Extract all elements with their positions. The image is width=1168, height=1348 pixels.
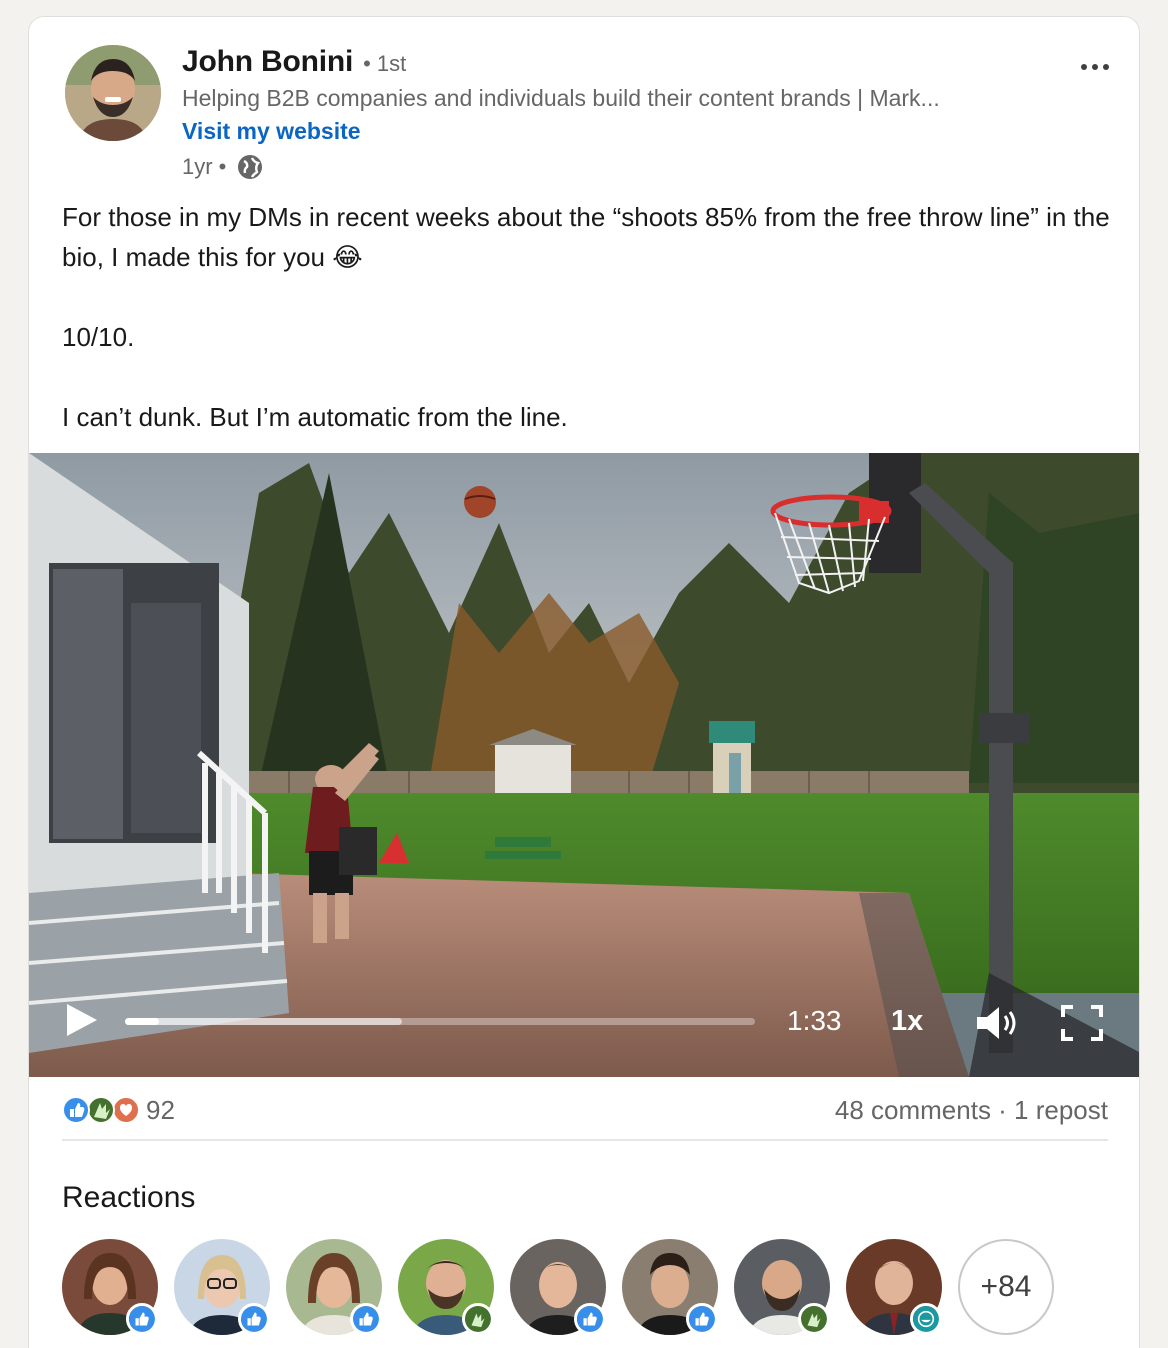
- reactor-avatar[interactable]: [62, 1239, 158, 1335]
- video-time: 1:33: [787, 1005, 842, 1036]
- video-progress-bar[interactable]: [125, 1018, 755, 1025]
- playback-speed-button[interactable]: 1x: [891, 1005, 923, 1038]
- reactor-avatar[interactable]: [846, 1239, 942, 1335]
- video-controls: 1:33 1x: [29, 977, 1139, 1077]
- dot-icon: [1081, 64, 1087, 70]
- reaction-icons[interactable]: [62, 1095, 142, 1125]
- progress-played: [125, 1018, 160, 1025]
- volume-icon[interactable]: [973, 1003, 1021, 1043]
- reaction-count[interactable]: 92: [146, 1095, 175, 1126]
- dot-icon: [1092, 64, 1098, 70]
- like-badge-icon: [126, 1303, 158, 1335]
- play-icon[interactable]: [63, 1002, 99, 1038]
- comments-reposts-count[interactable]: 48 comments · 1 repost: [835, 1095, 1108, 1126]
- author-avatar[interactable]: [65, 45, 161, 141]
- progress-buffered: [125, 1018, 403, 1025]
- post-text-line: I can’t dunk. But I’m automatic from the…: [62, 402, 568, 432]
- video-player[interactable]: 1:33 1x: [29, 453, 1139, 1077]
- post-card: John Bonini • 1st Helping B2B companies …: [28, 16, 1140, 1348]
- author-headline: Helping B2B companies and individuals bu…: [182, 85, 940, 111]
- more-options-button[interactable]: [1073, 53, 1117, 81]
- connection-degree: • 1st: [363, 51, 407, 76]
- visit-website-link[interactable]: Visit my website: [182, 118, 361, 145]
- reactor-avatar[interactable]: [174, 1239, 270, 1335]
- like-badge-icon: [686, 1303, 718, 1335]
- like-badge-icon: [574, 1303, 606, 1335]
- like-badge-icon: [238, 1303, 270, 1335]
- reactor-avatar[interactable]: [734, 1239, 830, 1335]
- reactor-avatar[interactable]: [286, 1239, 382, 1335]
- reactor-avatar[interactable]: [398, 1239, 494, 1335]
- post-header: John Bonini • 1st Helping B2B companies …: [65, 45, 1125, 195]
- like-badge-icon: [350, 1303, 382, 1335]
- post-text-line: 10/10.: [62, 322, 135, 352]
- post-body: For those in my DMs in recent weeks abou…: [62, 197, 1122, 437]
- reactions-heading: Reactions: [62, 1181, 196, 1214]
- reactor-avatar[interactable]: [622, 1239, 718, 1335]
- fullscreen-icon[interactable]: [1061, 1005, 1103, 1041]
- author-name[interactable]: John Bonini: [182, 45, 353, 79]
- reactor-avatar[interactable]: [510, 1239, 606, 1335]
- social-counts: 92 48 comments · 1 repost: [62, 1091, 1108, 1141]
- celebrate-badge-icon: [462, 1303, 494, 1335]
- reactors-list: +84: [62, 1239, 1122, 1339]
- funny-badge-icon: [910, 1303, 942, 1335]
- celebrate-badge-icon: [798, 1303, 830, 1335]
- more-reactors-button[interactable]: +84: [958, 1239, 1054, 1335]
- dot-icon: [1103, 64, 1109, 70]
- post-meta: 1yr •: [182, 153, 1082, 181]
- author-info: John Bonini • 1st Helping B2B companies …: [182, 45, 1082, 181]
- post-text-line: For those in my DMs in recent weeks abou…: [62, 202, 1110, 272]
- globe-icon: [238, 155, 263, 179]
- post-time: 1yr •: [182, 154, 227, 179]
